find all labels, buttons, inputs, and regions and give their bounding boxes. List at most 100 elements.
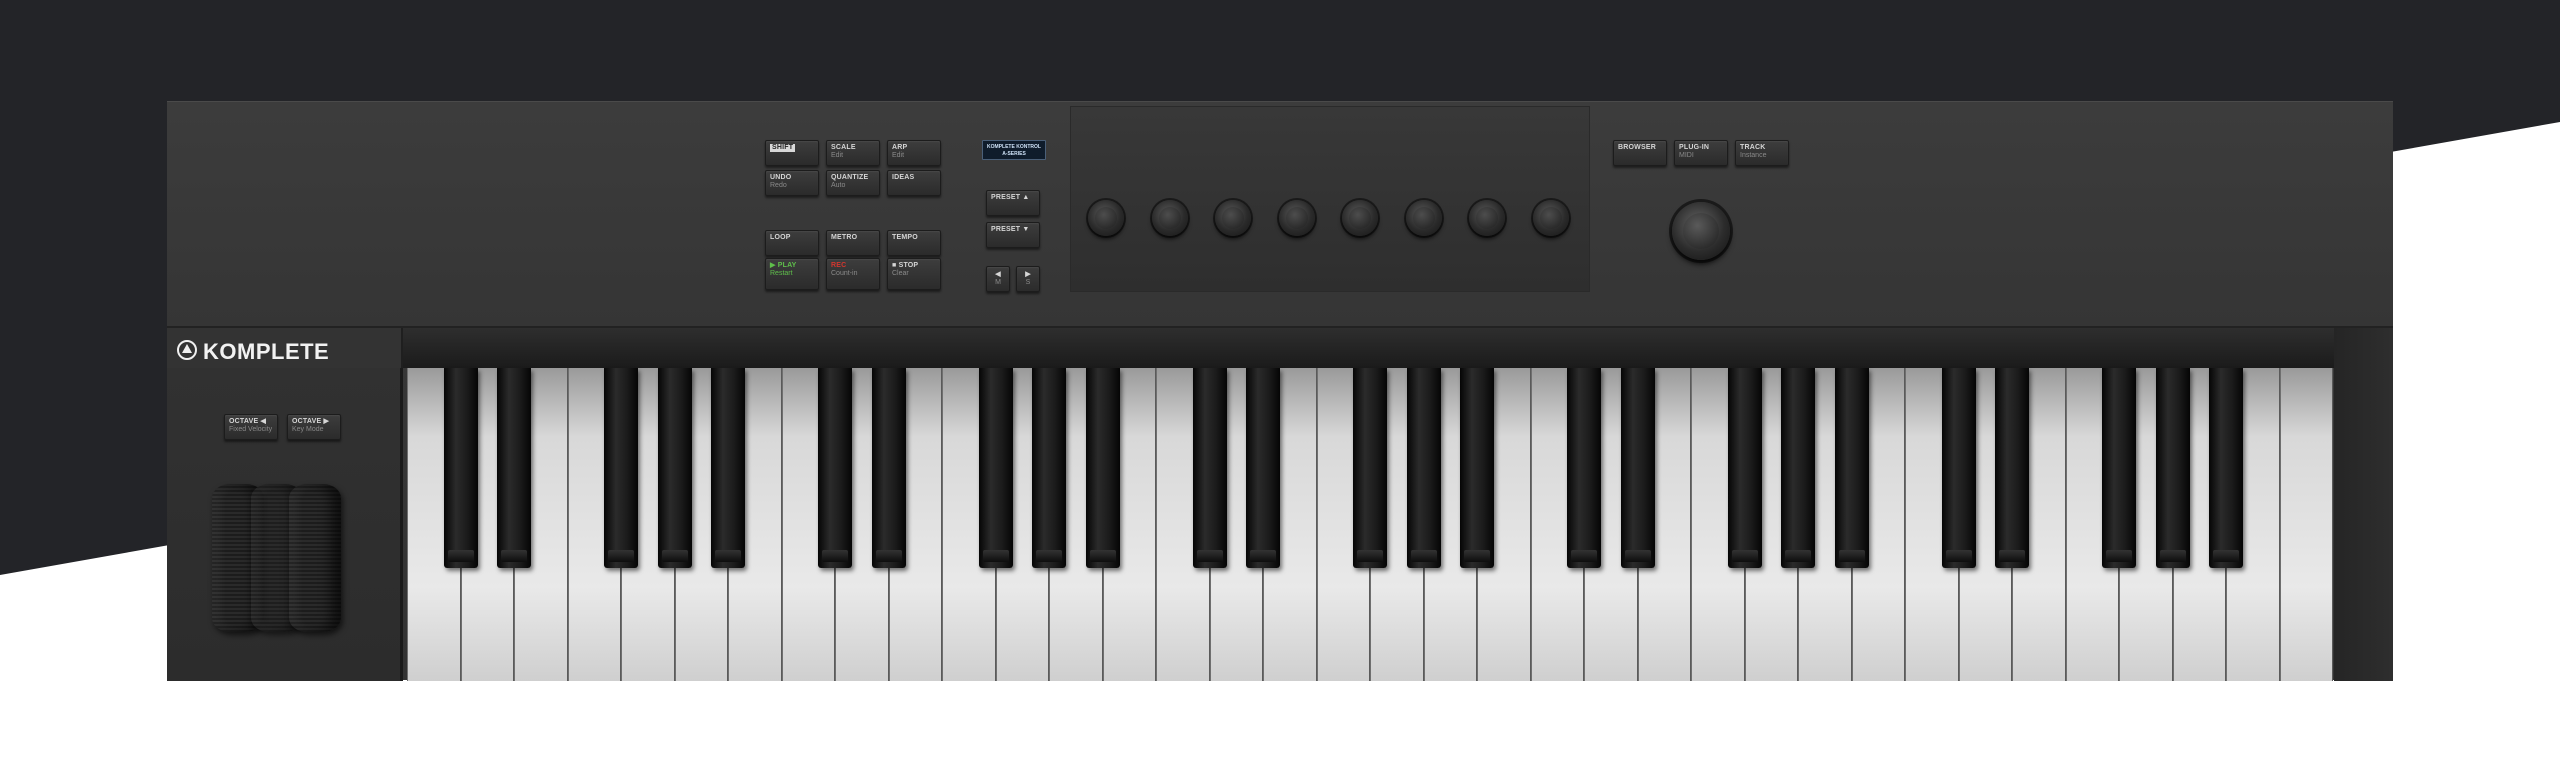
black-key[interactable] xyxy=(2155,368,2190,568)
nav-right-sub: S xyxy=(1025,279,1031,286)
arp-label: ARP xyxy=(892,144,908,151)
black-key[interactable] xyxy=(1567,368,1601,568)
preset-up-button[interactable]: PRESET ▲ xyxy=(986,190,1040,216)
octave-down-label: OCTAVE ◀ xyxy=(229,418,267,425)
preset-down-button[interactable]: PRESET ▼ xyxy=(986,222,1040,248)
loop-button[interactable]: LOOP xyxy=(765,230,819,256)
plugin-sub: MIDI xyxy=(1679,152,1694,159)
brand-logo-text: KOMPLETE xyxy=(203,339,330,364)
tempo-button[interactable]: TEMPO xyxy=(887,230,941,256)
black-key[interactable] xyxy=(604,368,638,568)
ideas-label: IDEAS xyxy=(892,174,915,181)
preset-down-label: PRESET ▼ xyxy=(991,226,1030,233)
stop-sub: Clear xyxy=(892,270,909,277)
octave-up-label: OCTAVE ▶ xyxy=(292,418,330,425)
stop-label: ■ STOP xyxy=(892,262,919,269)
black-key[interactable] xyxy=(711,368,745,568)
black-key[interactable] xyxy=(1460,368,1494,568)
black-key[interactable] xyxy=(443,368,478,568)
metro-button[interactable]: METRO xyxy=(826,230,880,256)
white-key[interactable] xyxy=(2279,368,2333,681)
black-key[interactable] xyxy=(1353,368,1387,568)
browser-button[interactable]: BROWSER xyxy=(1613,140,1667,166)
nav-right-button[interactable]: ▶ S xyxy=(1016,266,1040,292)
black-key[interactable] xyxy=(2209,368,2243,568)
knob-3[interactable] xyxy=(1215,200,1251,236)
knob-6[interactable] xyxy=(1406,200,1442,236)
quantize-button[interactable]: QUANTIZE Auto xyxy=(826,170,880,196)
quantize-sub: Auto xyxy=(831,182,846,189)
black-key[interactable] xyxy=(871,368,906,568)
black-key[interactable] xyxy=(1246,368,1280,568)
black-key[interactable] xyxy=(1995,368,2029,568)
ideas-button[interactable]: IDEAS xyxy=(887,170,941,196)
preset-up-label: PRESET ▲ xyxy=(991,194,1030,201)
black-key[interactable] xyxy=(1620,368,1655,568)
rec-label: REC xyxy=(831,262,847,269)
octave-down-sub: Fixed Velocity xyxy=(229,426,273,433)
black-key[interactable] xyxy=(1834,368,1869,568)
track-label: TRACK xyxy=(1740,144,1766,151)
metro-label: METRO xyxy=(831,234,858,241)
oled-display: KOMPLETE KONTROL A-SERIES xyxy=(982,140,1046,160)
play-label: ▶ PLAY xyxy=(770,262,797,269)
scale-button[interactable]: SCALE Edit xyxy=(826,140,880,166)
knob-1[interactable] xyxy=(1088,200,1124,236)
black-key[interactable] xyxy=(657,368,692,568)
track-button[interactable]: TRACK Instance xyxy=(1735,140,1789,166)
tempo-label: TEMPO xyxy=(892,234,918,241)
arp-button[interactable]: ARP Edit xyxy=(887,140,941,166)
play-button[interactable]: ▶ PLAY Restart xyxy=(765,258,819,290)
black-key[interactable] xyxy=(1406,368,1441,568)
rec-sub: Count-in xyxy=(831,270,858,277)
nav-right-label: ▶ xyxy=(1025,271,1031,278)
rec-button[interactable]: REC Count-in xyxy=(826,258,880,290)
black-key[interactable] xyxy=(978,368,1013,568)
nav-left-sub: M xyxy=(995,279,1001,286)
native-instruments-logo-icon xyxy=(177,340,197,360)
knob-7[interactable] xyxy=(1469,200,1505,236)
octave-up-button[interactable]: OCTAVE ▶ Key Mode xyxy=(287,414,341,440)
knob-section xyxy=(1070,106,1590,292)
black-key[interactable] xyxy=(1727,368,1762,568)
knob-2[interactable] xyxy=(1152,200,1188,236)
four-d-encoder-knob[interactable] xyxy=(1672,202,1730,260)
scale-label: SCALE xyxy=(831,144,856,151)
black-key[interactable] xyxy=(1032,368,1066,568)
right-end-cheek xyxy=(2334,328,2393,681)
plugin-button[interactable]: PLUG-IN MIDI xyxy=(1674,140,1728,166)
brand-bar: KOMPLETE xyxy=(167,328,403,368)
scale-sub: Edit xyxy=(831,152,844,159)
nav-left-label: ◀ xyxy=(995,271,1001,278)
black-key[interactable] xyxy=(497,368,531,568)
arp-sub: Edit xyxy=(892,152,905,159)
shift-label: SHIFT xyxy=(770,144,796,152)
loop-label: LOOP xyxy=(770,234,791,241)
octave-down-button[interactable]: OCTAVE ◀ Fixed Velocity xyxy=(224,414,278,440)
black-key[interactable] xyxy=(818,368,852,568)
keyboard-controller: SHIFT SCALE Edit ARP Edit UNDO Redo QUAN… xyxy=(167,101,2393,681)
browser-label: BROWSER xyxy=(1618,144,1656,151)
keybed-top-rail xyxy=(403,328,2346,368)
quantize-label: QUANTIZE xyxy=(831,174,869,181)
track-sub: Instance xyxy=(1740,152,1767,159)
black-key[interactable] xyxy=(2102,368,2136,568)
black-key[interactable] xyxy=(1192,368,1227,568)
stop-button[interactable]: ■ STOP Clear xyxy=(887,258,941,290)
nav-left-button[interactable]: ◀ M xyxy=(986,266,1010,292)
knob-5[interactable] xyxy=(1342,200,1378,236)
knob-8[interactable] xyxy=(1533,200,1569,236)
play-sub: Restart xyxy=(770,270,793,277)
shift-button[interactable]: SHIFT xyxy=(765,140,819,166)
performance-panel: OCTAVE ◀ Fixed Velocity OCTAVE ▶ Key Mod… xyxy=(167,368,403,681)
black-key[interactable] xyxy=(1781,368,1815,568)
knob-4[interactable] xyxy=(1279,200,1315,236)
black-key[interactable] xyxy=(1941,368,1976,568)
control-panel: SHIFT SCALE Edit ARP Edit UNDO Redo QUAN… xyxy=(167,102,2393,328)
octave-up-sub: Key Mode xyxy=(292,426,324,433)
undo-button[interactable]: UNDO Redo xyxy=(765,170,819,196)
undo-sub: Redo xyxy=(770,182,787,189)
modulation-wheel[interactable] xyxy=(289,484,341,632)
undo-label: UNDO xyxy=(770,174,792,181)
black-key[interactable] xyxy=(1085,368,1120,568)
